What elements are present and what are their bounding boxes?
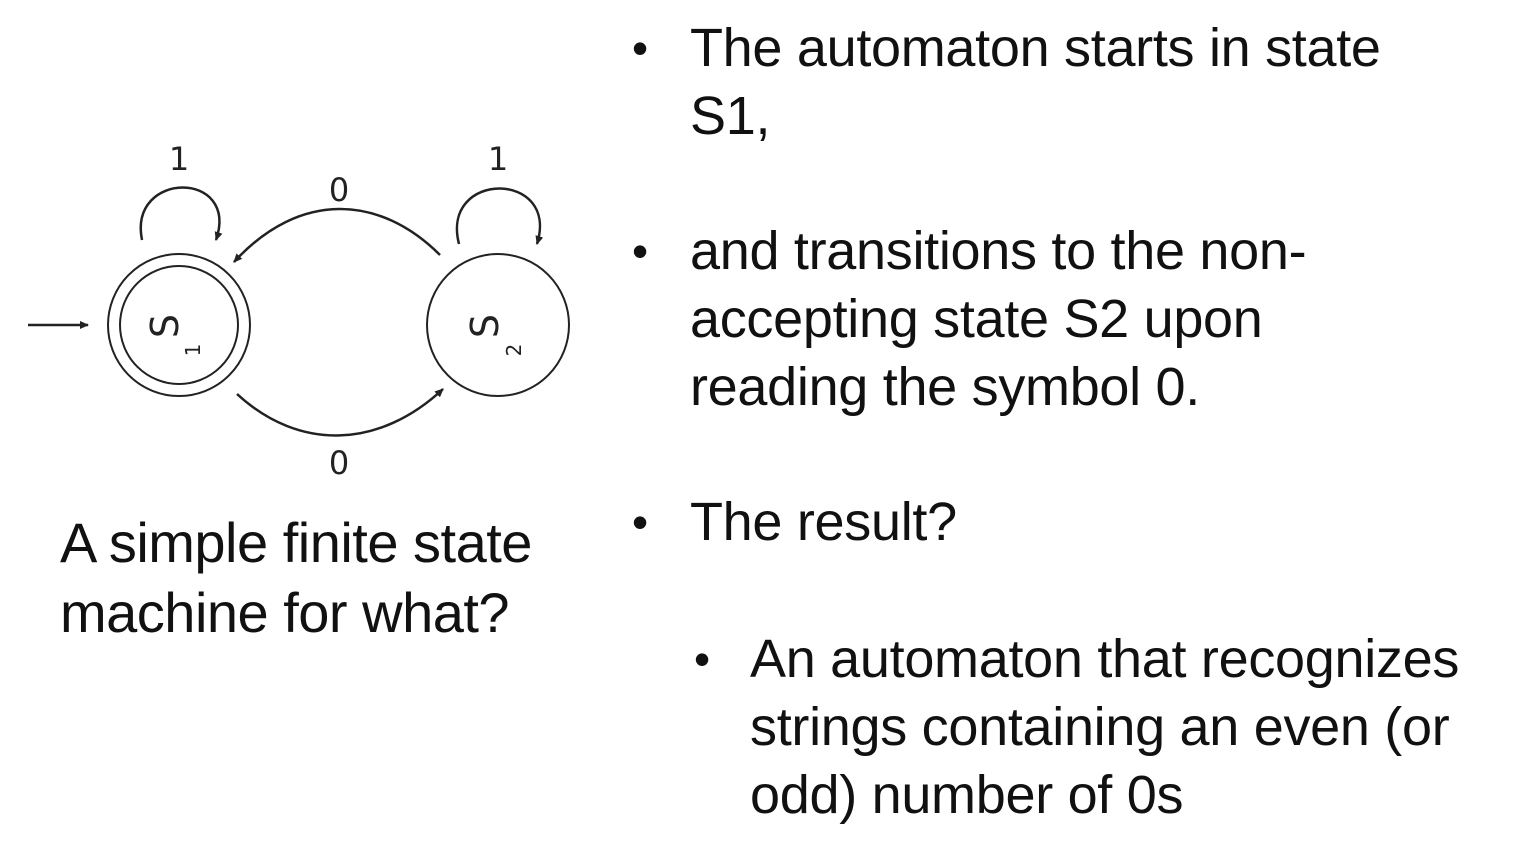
transition-s2-self-symbol: 1 [488, 140, 508, 178]
state-s2-label: S [463, 314, 507, 338]
transition-s1-self-loop [139, 186, 223, 241]
bullet-line: S1, [690, 86, 771, 146]
transition-s2-self-loop [455, 187, 544, 245]
transition-s2-to-s1 [233, 207, 441, 263]
bullet-line: The automaton starts in state [690, 18, 1381, 78]
state-s1-label: S [143, 314, 187, 338]
transition-s1-self-symbol: 1 [169, 140, 189, 178]
bullet-line: accepting state S2 upon [690, 289, 1263, 349]
state-s2: S 2 [426, 253, 570, 397]
bullet-line: An automaton that recognizes [750, 629, 1460, 689]
bullet-marker: • [632, 225, 649, 277]
state-s1-subscript: 1 [181, 344, 205, 357]
bullet-text-start-state: The automaton starts in state S1, [690, 14, 1381, 150]
bullet-line: strings containing an even (or [750, 697, 1450, 757]
transition-s1-to-s2 [236, 388, 444, 437]
bullet-marker: • [632, 22, 649, 74]
bullet-marker: • [632, 496, 649, 548]
transition-s2-to-s1-symbol: 0 [329, 171, 349, 209]
state-s2-subscript: 2 [502, 344, 526, 357]
caption-line-2: machine for what? [60, 581, 510, 644]
bullet-line: reading the symbol 0. [690, 357, 1200, 417]
bullet-line: and transitions to the non- [690, 221, 1307, 281]
bullet-line: odd) number of 0s [750, 765, 1184, 825]
bullet-line: The result? [690, 492, 957, 552]
fsm-diagram: S 1 S 2 1 1 0 0 [28, 140, 570, 482]
diagram-caption: A simple finite state machine for what? [60, 508, 620, 648]
caption-line-1: A simple finite state [60, 511, 532, 574]
state-s1: S 1 [107, 253, 251, 397]
bullet-text-answer: An automaton that recognizes strings con… [750, 625, 1459, 829]
transition-s1-to-s2-symbol: 0 [329, 444, 349, 482]
bullet-text-transition: and transitions to the non- accepting st… [690, 217, 1307, 421]
bullet-marker-nested: • [694, 633, 711, 685]
bullet-text-result-question: The result? [690, 488, 957, 556]
